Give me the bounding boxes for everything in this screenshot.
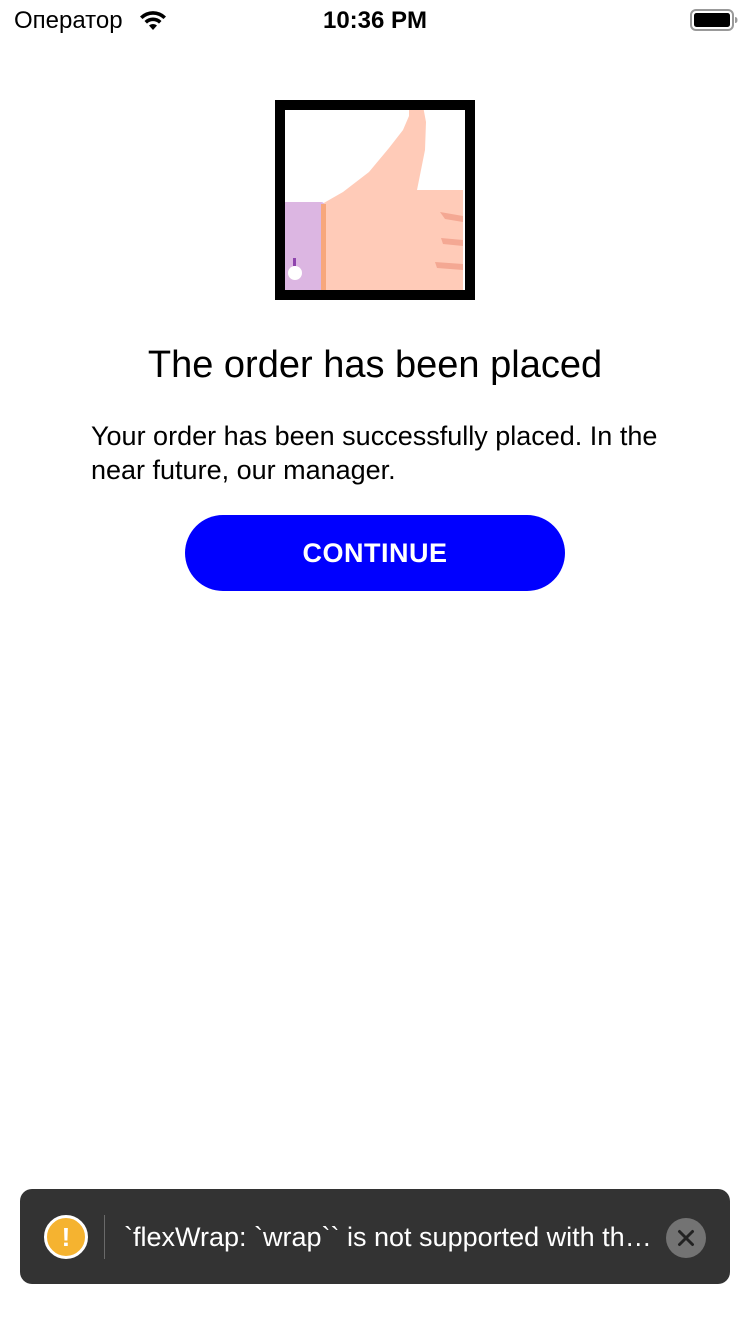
continue-button[interactable]: CONTINUE	[185, 515, 565, 591]
status-bar: Оператор 10:36 PM	[0, 0, 750, 40]
battery-icon	[690, 9, 738, 31]
clock: 10:36 PM	[322, 7, 428, 34]
warning-toast[interactable]: ! `flexWrap: `wrap`` is not supported wi…	[20, 1189, 730, 1284]
toast-message: `flexWrap: `wrap`` is not supported with…	[124, 1222, 654, 1252]
warning-icon: !	[44, 1215, 88, 1259]
success-illustration	[275, 100, 475, 300]
toast-divider	[104, 1215, 105, 1259]
thumbs-up-icon	[285, 110, 463, 290]
close-icon[interactable]	[666, 1218, 706, 1258]
page-title: The order has been placed	[147, 344, 603, 386]
confirmation-message: Your order has been successfully placed.…	[91, 421, 658, 485]
close-glyph	[678, 1230, 694, 1246]
